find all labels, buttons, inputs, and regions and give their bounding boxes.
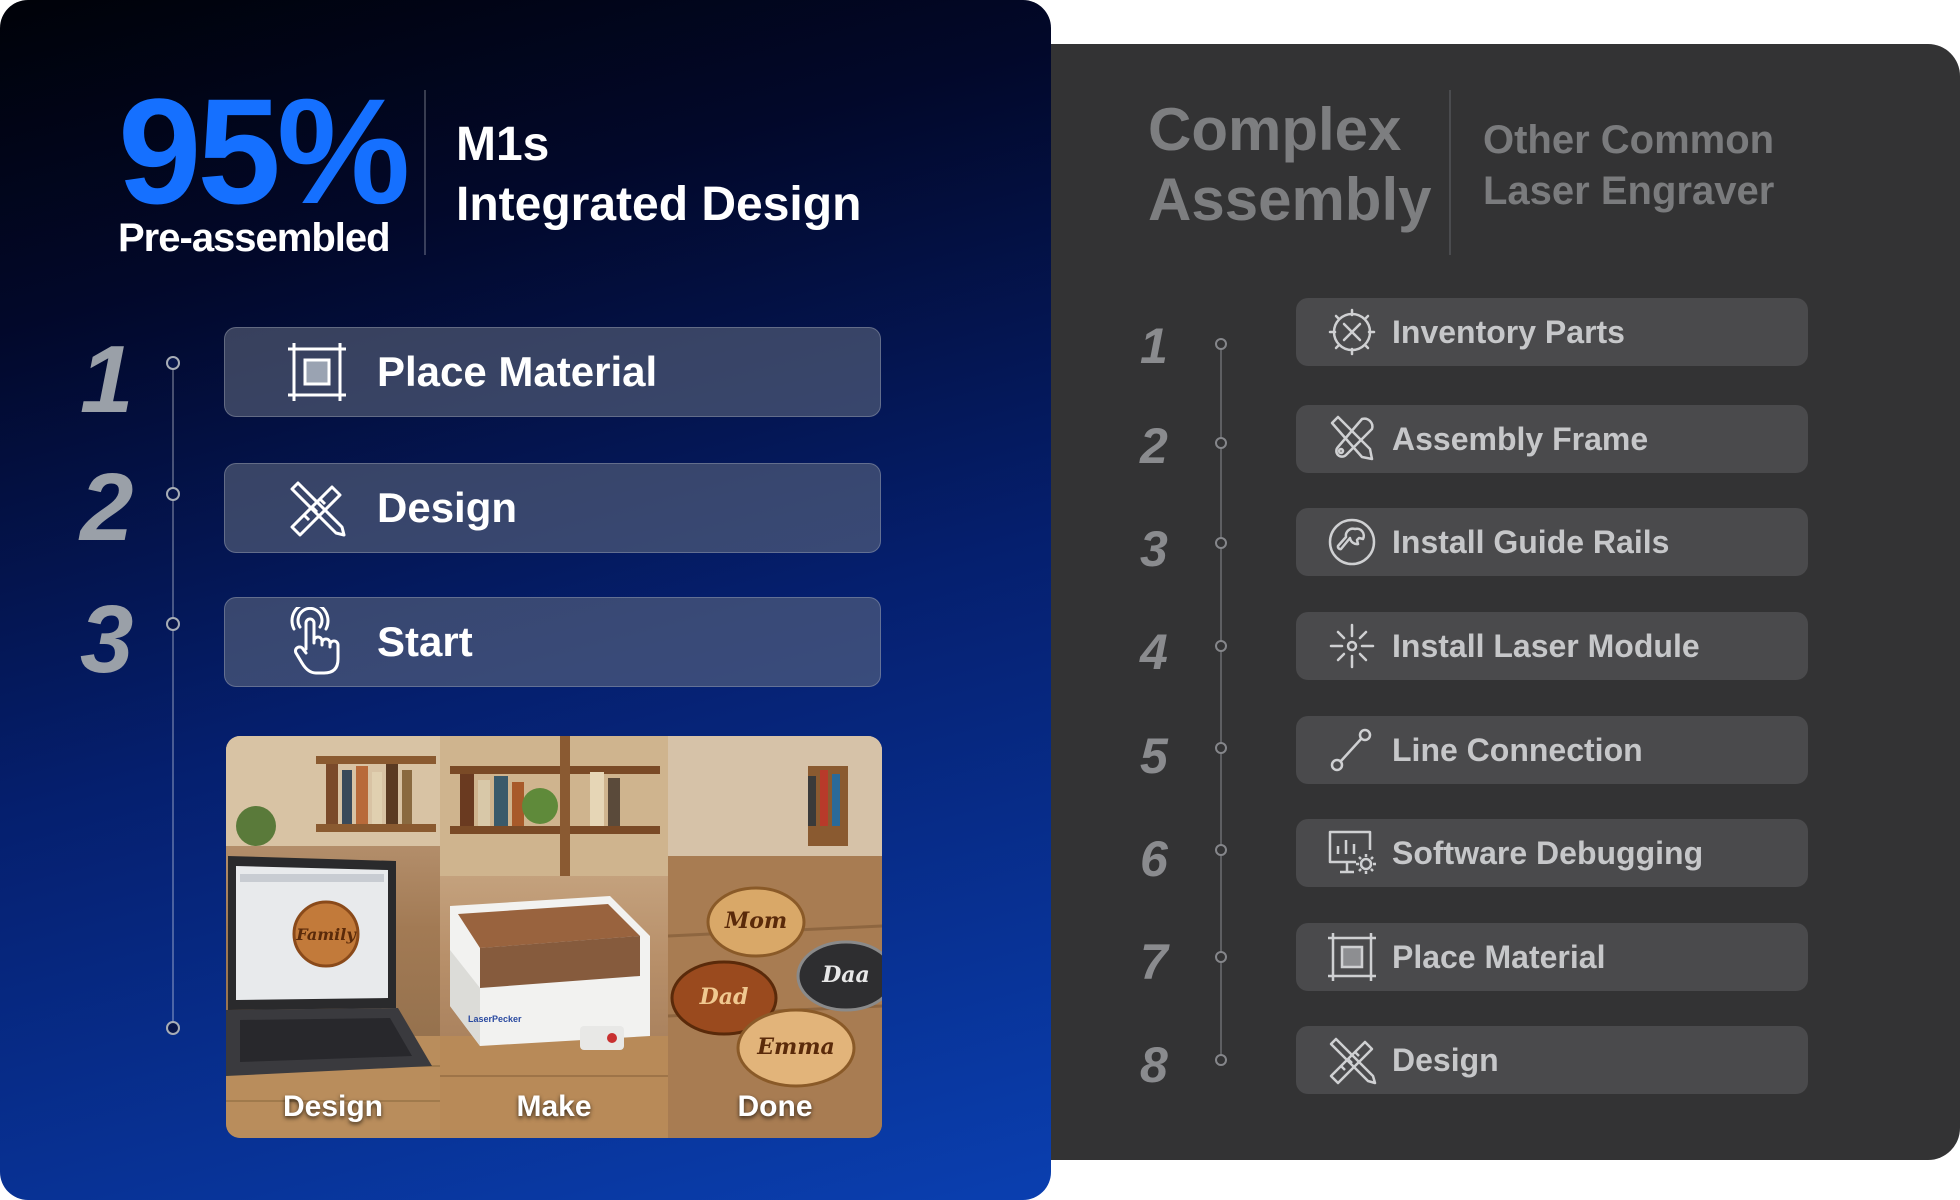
left-step-number: 3 xyxy=(80,586,134,693)
right-step-number: 8 xyxy=(1140,1037,1168,1093)
right-step-number: 6 xyxy=(1140,831,1168,887)
step-label: Place Material xyxy=(1392,938,1606,975)
preassembled-label: Pre-assembled xyxy=(118,216,391,260)
step-install-guide-rails[interactable]: Install Guide Rails xyxy=(1296,508,1808,576)
step-line-connection[interactable]: Line Connection xyxy=(1296,716,1808,784)
step-start[interactable]: Start xyxy=(224,597,881,687)
frame-icon xyxy=(285,340,349,404)
svg-text:Family: Family xyxy=(295,925,357,944)
right-timeline-dot xyxy=(1215,844,1227,856)
step-design[interactable]: Design xyxy=(224,463,881,553)
right-timeline-dot xyxy=(1215,338,1227,350)
other-engraver-panel xyxy=(1000,44,1960,1160)
right-step-number: 3 xyxy=(1140,521,1168,577)
left-timeline-dot xyxy=(166,487,180,501)
step-label: Software Debugging xyxy=(1392,834,1704,871)
photo-make: LaserPecker Make xyxy=(440,736,668,1138)
m1s-panel: 95% Pre-assembled M1s Integrated Design … xyxy=(0,0,1051,1200)
photo-design: Family Design xyxy=(226,736,440,1138)
monitor-gear-icon xyxy=(1326,827,1378,879)
step-label: Design xyxy=(377,484,518,531)
right-timeline-dot xyxy=(1215,437,1227,449)
photo-caption: Design xyxy=(282,1090,384,1123)
photo-caption: Done xyxy=(737,1090,813,1123)
workflow-photo-strip: Family Design LaserPecker Make Mom Daa D… xyxy=(226,736,882,1138)
wrench-screwdriver-icon xyxy=(1326,413,1378,465)
step-inventory-parts[interactable]: Inventory Parts xyxy=(1296,298,1808,366)
photo-caption: Make xyxy=(516,1090,592,1123)
step-label: Install Laser Module xyxy=(1392,627,1700,664)
right-step-number: 7 xyxy=(1140,934,1168,990)
right-timeline-dot xyxy=(1215,951,1227,963)
step-design-other[interactable]: Design xyxy=(1296,1026,1808,1094)
ruler-pencil-icon xyxy=(285,476,349,540)
line-node-icon xyxy=(1326,724,1378,776)
right-step-number: 4 xyxy=(1140,624,1168,680)
frame-icon xyxy=(1326,931,1378,983)
right-timeline-dot xyxy=(1215,1054,1227,1066)
left-step-number: 2 xyxy=(80,454,134,561)
right-timeline-dot xyxy=(1215,537,1227,549)
left-timeline-dot xyxy=(166,617,180,631)
preassembled-percent: 95% xyxy=(118,67,410,235)
svg-text:Dad: Dad xyxy=(699,984,749,1010)
header-divider xyxy=(424,90,426,255)
left-step-number: 1 xyxy=(80,326,134,433)
step-software-debugging[interactable]: Software Debugging xyxy=(1296,819,1808,887)
step-place-material-other[interactable]: Place Material xyxy=(1296,923,1808,991)
svg-text:Daa: Daa xyxy=(821,962,870,988)
step-install-laser-module[interactable]: Install Laser Module xyxy=(1296,612,1808,680)
right-step-number: 5 xyxy=(1140,728,1168,784)
step-label: Start xyxy=(377,618,473,665)
step-label: Inventory Parts xyxy=(1392,313,1625,350)
left-timeline-dot xyxy=(166,356,180,370)
product-title: M1s Integrated Design xyxy=(456,118,862,231)
right-timeline-dot xyxy=(1215,640,1227,652)
right-step-number: 2 xyxy=(1140,418,1168,474)
tap-hand-icon xyxy=(285,607,349,675)
other-engraver-subtitle: Other Common Laser Engraver xyxy=(1483,118,1775,213)
step-label: Assembly Frame xyxy=(1392,420,1649,457)
right-header-divider xyxy=(1449,90,1451,255)
step-label: Design xyxy=(1392,1041,1499,1078)
right-timeline-dot xyxy=(1215,742,1227,754)
ruler-pencil-icon xyxy=(1326,1034,1378,1086)
step-label: Line Connection xyxy=(1392,731,1643,768)
right-step-number: 1 xyxy=(1140,318,1168,374)
step-label: Install Guide Rails xyxy=(1392,523,1670,560)
left-timeline-rail xyxy=(172,362,174,1027)
laser-burst-icon xyxy=(1326,620,1378,672)
complex-assembly-title: Complex Assembly xyxy=(1148,96,1432,233)
step-assembly-frame[interactable]: Assembly Frame xyxy=(1296,405,1808,473)
svg-text:Emma: Emma xyxy=(756,1034,835,1060)
laserpecker-logo: LaserPecker xyxy=(468,1014,522,1024)
step-label: Place Material xyxy=(377,348,658,395)
photo-done: Mom Daa Dad Emma Done xyxy=(668,736,882,1138)
step-place-material[interactable]: Place Material xyxy=(224,327,881,417)
gear-tools-icon xyxy=(1326,306,1378,358)
wrench-circle-icon xyxy=(1326,516,1378,568)
left-timeline-dot xyxy=(166,1021,180,1035)
svg-text:Mom: Mom xyxy=(724,908,787,934)
